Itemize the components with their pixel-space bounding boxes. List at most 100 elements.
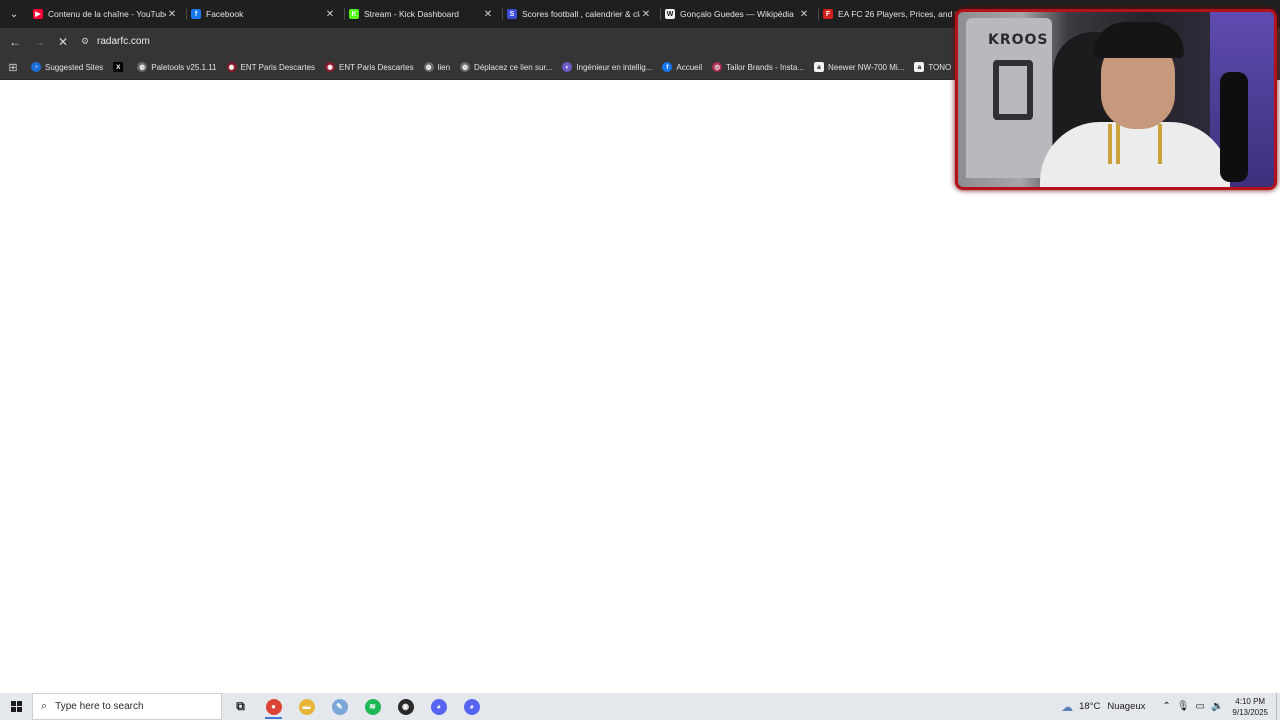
firefox-icon: ◐ bbox=[562, 62, 573, 72]
bookmark-label: ENT Paris Descartes bbox=[240, 62, 316, 72]
start-button[interactable] bbox=[0, 693, 32, 720]
bookmark-item[interactable]: ◍ Déplacez ce lien sur... bbox=[455, 56, 557, 78]
tab-title: Gonçalo Guedes — Wikipédia bbox=[680, 9, 794, 19]
discord-button[interactable]: ◕ bbox=[422, 693, 455, 720]
volume-icon[interactable]: 🔉 bbox=[1211, 701, 1223, 712]
bookmark-item[interactable]: ◉ ENT Paris Descartes bbox=[222, 56, 321, 78]
bookmark-item[interactable]: ◎ Tailor Brands - Insta... bbox=[707, 56, 809, 78]
bookmark-label: Déplacez ce lien sur... bbox=[474, 62, 553, 72]
instagram-icon: ◎ bbox=[712, 62, 723, 72]
streamer-cap bbox=[1094, 22, 1184, 58]
arrow-left-icon: ← bbox=[9, 34, 21, 49]
cloud-icon: ☁ bbox=[1061, 699, 1074, 714]
windows-icon bbox=[10, 701, 22, 712]
tab-list: ▶ Contenu de la chaîne - YouTube ✕ f Faceboo… bbox=[28, 0, 976, 28]
stop-loading-button[interactable]: ✕ bbox=[51, 30, 75, 54]
paint-button[interactable]: ✎ bbox=[323, 693, 356, 720]
close-tab-icon[interactable]: ✕ bbox=[166, 9, 178, 20]
search-placeholder: Type here to search bbox=[55, 701, 144, 712]
bookmark-item[interactable]: a Neewer NW-700 Mi... bbox=[809, 56, 909, 78]
site-info-icon[interactable]: ⚙ bbox=[77, 34, 93, 50]
close-tab-icon[interactable]: ✕ bbox=[798, 9, 810, 20]
url-text: radarfc.com bbox=[97, 36, 150, 47]
chrome-icon: ● bbox=[265, 698, 282, 715]
tab-search-button[interactable]: ⌄ bbox=[0, 0, 28, 28]
browser-tab[interactable]: ▶ Contenu de la chaîne - YouTube ✕ bbox=[28, 0, 186, 28]
weather-widget[interactable]: ☁ 18°C Nuageux bbox=[1061, 700, 1145, 714]
ent-icon: ◉ bbox=[325, 62, 336, 72]
facebook-icon: f bbox=[662, 62, 673, 72]
bookmark-label: Suggested Sites bbox=[45, 62, 104, 72]
weather-condition: Nuageux bbox=[1107, 701, 1146, 712]
file-explorer-button[interactable]: ▬ bbox=[290, 693, 323, 720]
discord-ptb-icon: ◕ bbox=[463, 698, 480, 715]
address-bar[interactable]: ⚙ radarfc.com bbox=[77, 31, 937, 53]
taskbar: ⌕ Type here to search ⧉ ● ▬ ✎ ≋ ◉ ◕ ◕ ☁ 18°C Nu… bbox=[0, 693, 1280, 720]
show-desktop-button[interactable] bbox=[1276, 693, 1280, 720]
spotify-button[interactable]: ≋ bbox=[356, 693, 389, 720]
task-view-icon: ⧉ bbox=[236, 699, 245, 713]
spotify-icon: ≋ bbox=[364, 698, 381, 715]
clock[interactable]: 4:10 PM 9/13/2025 bbox=[1232, 696, 1268, 718]
shirt-stripe bbox=[1116, 124, 1120, 164]
bookmark-item[interactable]: ◍ Paletools v25.1.11 bbox=[132, 56, 221, 78]
tab-title: EA FC 26 Players, Prices, and SBCs bbox=[838, 9, 956, 19]
task-view-button[interactable]: ⧉ bbox=[224, 693, 257, 720]
amazon-icon: a bbox=[914, 62, 925, 72]
screen: ⌄ ▶ Contenu de la chaîne - YouTube ✕ f Faceb… bbox=[0, 0, 1280, 720]
shirt-stripe bbox=[1108, 124, 1112, 164]
paint-icon: ✎ bbox=[331, 698, 348, 715]
chrome-button[interactable]: ● bbox=[257, 693, 290, 720]
ent-icon: ◉ bbox=[226, 62, 237, 72]
shirt-stripe bbox=[1158, 124, 1162, 164]
tab-title: Scores football , calendrier & classemen… bbox=[522, 9, 640, 19]
bookmark-label: TONO bbox=[928, 62, 952, 72]
kick-icon: K bbox=[349, 9, 359, 19]
obs-icon: ◉ bbox=[397, 698, 414, 715]
browser-tab[interactable]: FEA FC 26 Players, Prices, and SBCs✕ bbox=[818, 0, 976, 28]
obs-button[interactable]: ◉ bbox=[389, 693, 422, 720]
microphone-icon[interactable]: 🎙 bbox=[1177, 701, 1190, 712]
bookmark-item[interactable]: f Accueil bbox=[657, 56, 707, 78]
taskbar-apps: ⧉ ● ▬ ✎ ≋ ◉ ◕ ◕ bbox=[224, 693, 488, 720]
suggested-sites-icon: ◔ bbox=[31, 62, 41, 72]
close-tab-icon[interactable]: ✕ bbox=[640, 9, 652, 20]
tab-title: Stream - Kick Dashboard bbox=[364, 9, 459, 19]
bookmark-item[interactable]: a TONO bbox=[909, 56, 956, 78]
x-icon: X bbox=[113, 62, 124, 72]
chevron-up-icon[interactable]: ⌃ bbox=[1162, 701, 1170, 712]
tab-title: Contenu de la chaîne - YouTube bbox=[48, 9, 166, 19]
bookmark-item[interactable]: ◍ lien bbox=[419, 56, 455, 78]
globe-icon: ◍ bbox=[137, 62, 148, 72]
bookmark-item[interactable]: ◐ Ingénieur en intellig... bbox=[557, 56, 657, 78]
wikipedia-icon: W bbox=[665, 9, 675, 19]
amazon-icon: a bbox=[813, 62, 824, 72]
browser-tab[interactable]: f Facebook ✕ bbox=[186, 0, 344, 28]
forward-button[interactable]: → bbox=[27, 30, 51, 54]
tab-title: Facebook bbox=[206, 9, 244, 19]
close-tab-icon[interactable]: ✕ bbox=[482, 9, 494, 20]
bookmark-label: Tailor Brands - Insta... bbox=[726, 62, 804, 72]
back-button[interactable]: ← bbox=[3, 30, 27, 54]
webcam-overlay: KROOS bbox=[955, 9, 1277, 190]
bookmark-item[interactable]: ◉ ENT Paris Descartes bbox=[320, 56, 419, 78]
bookmark-label: Neewer NW-700 Mi... bbox=[827, 62, 905, 72]
clock-date: 9/13/2025 bbox=[1232, 707, 1268, 717]
discord-ptb-button[interactable]: ◕ bbox=[455, 693, 488, 720]
clock-time: 4:10 PM bbox=[1235, 696, 1266, 706]
browser-tab[interactable]: K Stream - Kick Dashboard ✕ bbox=[344, 0, 502, 28]
globe-icon: ◍ bbox=[423, 62, 434, 72]
microphone bbox=[1220, 72, 1248, 182]
network-icon[interactable]: ▭ bbox=[1196, 701, 1205, 712]
youtube-icon: ▶ bbox=[33, 9, 43, 19]
arrow-right-icon: → bbox=[33, 34, 45, 49]
taskbar-search[interactable]: ⌕ Type here to search bbox=[32, 693, 222, 720]
apps-button[interactable]: ⊞ bbox=[0, 56, 26, 78]
bookmark-item[interactable]: ◔ Suggested Sites bbox=[26, 56, 108, 78]
bookmark-list: ◔ Suggested Sites X ◍ Paletools v25.1.11 ◉ ENT… bbox=[26, 56, 956, 78]
close-tab-icon[interactable]: ✕ bbox=[324, 9, 336, 20]
bookmark-label: lien bbox=[437, 62, 451, 72]
bookmark-item[interactable]: X bbox=[108, 56, 132, 78]
browser-tab[interactable]: W Gonçalo Guedes — Wikipédia ✕ bbox=[660, 0, 818, 28]
browser-tab[interactable]: S Scores football , calendrier & classeme… bbox=[502, 0, 660, 28]
